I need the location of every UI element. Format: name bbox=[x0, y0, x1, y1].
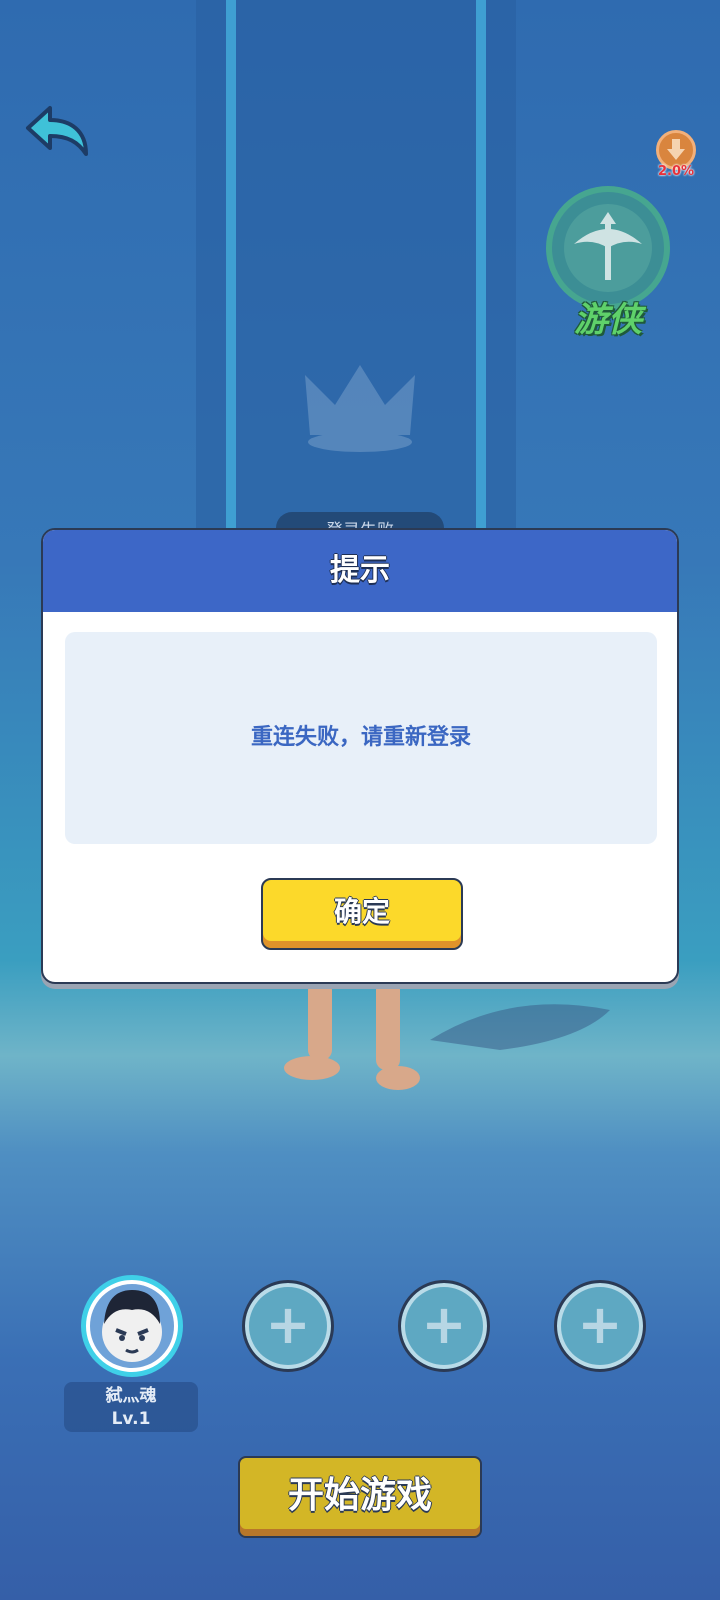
drop-rate-value: 2.0% bbox=[657, 164, 695, 179]
player-avatar-slot[interactable] bbox=[86, 1280, 178, 1372]
player-name: 弑灬魂 bbox=[105, 1386, 157, 1406]
start-game-button[interactable]: 开始游戏 bbox=[238, 1456, 482, 1538]
drop-rate-badge[interactable]: 2.0% bbox=[652, 130, 700, 184]
dialog-title: 提示 bbox=[43, 530, 677, 612]
game-lobby-screen: 登录失败 2.0% 游侠 提示 重连 bbox=[0, 0, 720, 1600]
character-legs bbox=[284, 980, 610, 1090]
back-arrow-icon[interactable] bbox=[24, 104, 90, 158]
class-name: 游侠 bbox=[574, 300, 642, 340]
class-badge[interactable]: 游侠 bbox=[540, 186, 676, 340]
empty-team-slot[interactable]: + bbox=[398, 1280, 490, 1372]
avatar bbox=[102, 1290, 162, 1362]
empty-team-slot[interactable]: + bbox=[554, 1280, 646, 1372]
background-pillar-edge bbox=[226, 0, 236, 540]
dialog-message: 重连失败，请重新登录 bbox=[65, 632, 657, 844]
player-info-card: 弑灬魂 Lv.1 bbox=[64, 1382, 198, 1432]
alert-dialog: 提示 重连失败，请重新登录 确定 bbox=[41, 528, 679, 984]
empty-team-slot[interactable]: + bbox=[242, 1280, 334, 1372]
background-pillar bbox=[196, 0, 516, 560]
player-level: Lv.1 bbox=[111, 1409, 151, 1429]
plus-icon: + bbox=[265, 1293, 311, 1356]
crossbow-icon bbox=[564, 204, 652, 292]
background-pillar-edge bbox=[476, 0, 486, 540]
plus-icon: + bbox=[577, 1293, 623, 1356]
plus-icon: + bbox=[421, 1293, 467, 1356]
crown-icon bbox=[305, 365, 415, 452]
confirm-button[interactable]: 确定 bbox=[261, 878, 463, 950]
